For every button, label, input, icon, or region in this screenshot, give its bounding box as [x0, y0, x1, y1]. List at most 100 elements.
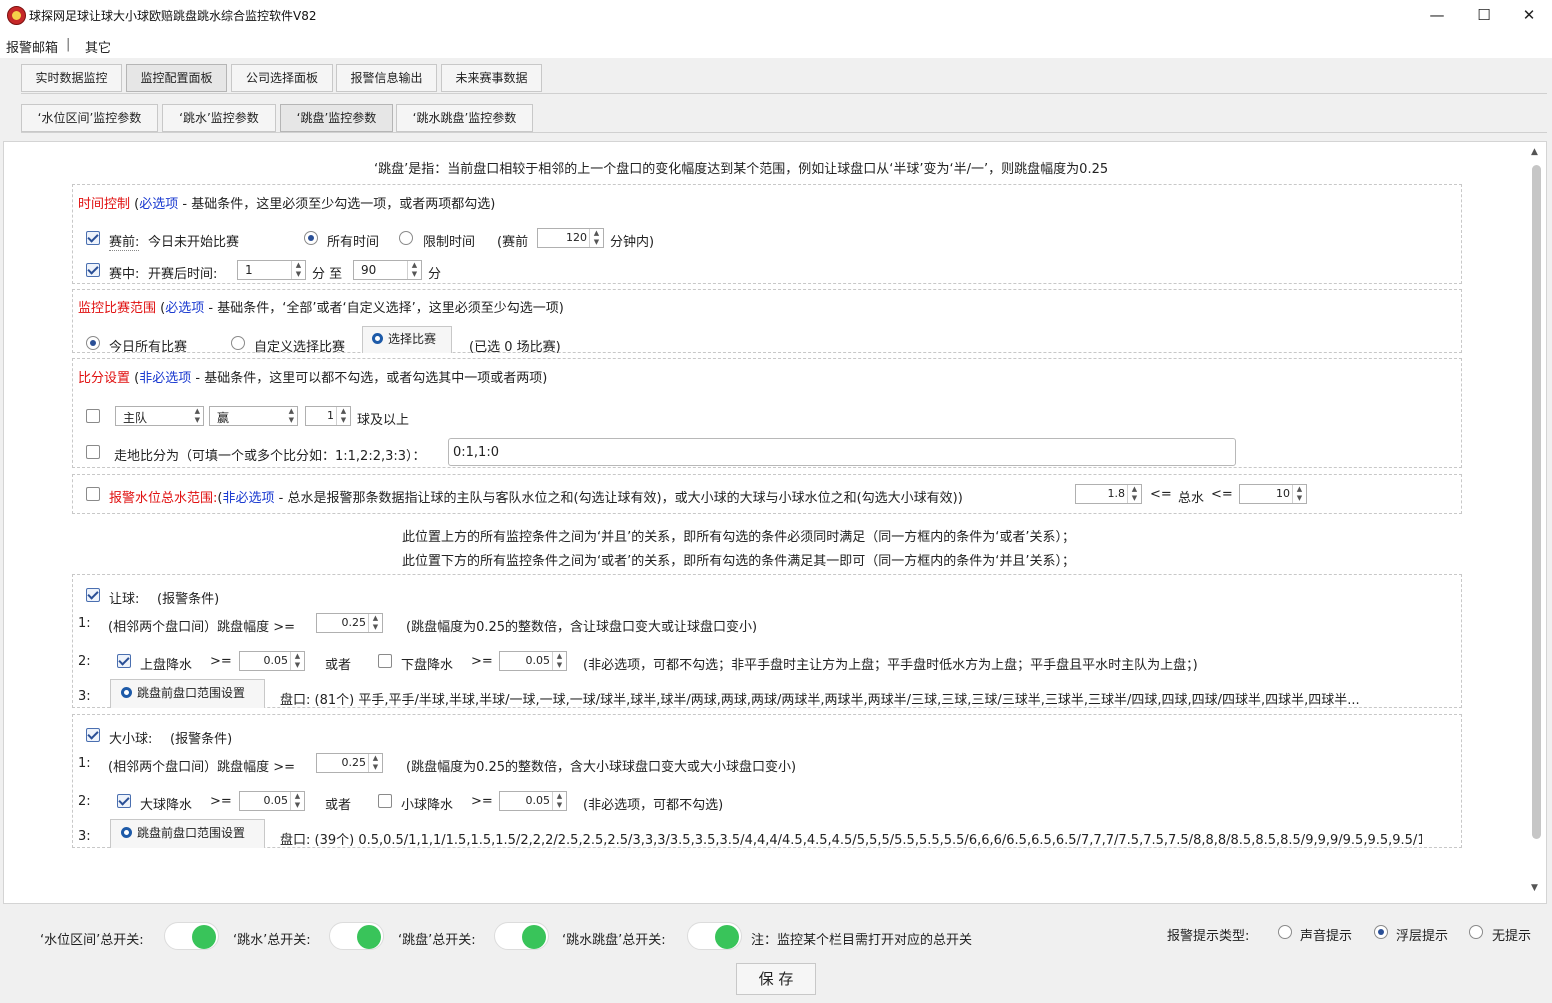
stepper-arrows-icon[interactable]: ▲ ▼	[290, 652, 304, 670]
handicap-jump-stepper[interactable]: 0.25 ▲ ▼	[316, 613, 383, 633]
handicap-lines: 盘口: (81个) 平手,平手/半球,半球,半球/一球,一球,一球/球半,球半,…	[280, 693, 1360, 708]
tab-monitor-config[interactable]: 监控配置面板	[126, 64, 227, 92]
under-drop-checkbox[interactable]	[378, 794, 392, 808]
lower-drop-stepper[interactable]: 0.05 ▲ ▼	[499, 651, 567, 671]
handicap-range-button[interactable]: 跳盘前盘口范围设置	[110, 679, 265, 708]
total-water-min-stepper[interactable]: 1.8 ▲ ▼	[1075, 484, 1142, 504]
prematch-checkbox[interactable]	[86, 231, 100, 245]
menu-bar	[0, 30, 1552, 58]
all-time-label: 所有时间	[327, 235, 380, 250]
handicap-row2-num: 2:	[78, 654, 91, 669]
save-button[interactable]: 保 存	[736, 963, 816, 995]
maximize-icon[interactable]: ☐	[1461, 0, 1507, 30]
goals-suffix: 球及以上	[357, 413, 410, 428]
alert-none-radio[interactable]	[1469, 925, 1483, 939]
vertical-scrollbar[interactable]: ▲ ▼	[1530, 147, 1544, 895]
over-drop-checkbox[interactable]	[117, 794, 131, 808]
total-water-checkbox[interactable]	[86, 487, 100, 501]
tab-future-matches[interactable]: 未来赛事数据	[441, 64, 542, 92]
stepper-arrows-icon[interactable]: ▲ ▼	[368, 614, 382, 632]
stepper-arrows-icon[interactable]: ▲ ▼	[552, 652, 566, 670]
ge-sign: >=	[210, 794, 232, 809]
tabs-divider	[21, 93, 1547, 94]
team-select[interactable]: 主队 ▲ ▼	[115, 406, 204, 426]
custom-matches-radio[interactable]	[231, 336, 245, 350]
scroll-down-icon[interactable]: ▼	[1531, 883, 1538, 893]
time-control-heading: 时间控制 (必选项 - 基础条件，这里必须至少勾选一项，或者两项都勾选)	[78, 197, 496, 212]
overunder-checkbox[interactable]	[86, 728, 100, 742]
handicap-checkbox[interactable]	[86, 588, 100, 602]
overunder-row1-num: 1:	[78, 756, 91, 771]
goals-stepper[interactable]: 1 ▲ ▼	[305, 406, 351, 426]
tab-realtime-monitor[interactable]: 实时数据监控	[21, 64, 122, 92]
stepper-arrows-icon[interactable]: ▲ ▼	[291, 261, 305, 279]
le-sign: <=	[1211, 487, 1233, 502]
stepper-arrows-icon[interactable]: ▲ ▼	[1292, 485, 1306, 503]
switch-water-range-toggle[interactable]	[164, 922, 219, 950]
upper-drop-checkbox[interactable]	[117, 654, 131, 668]
subtabs-divider	[21, 132, 1547, 133]
away-score-input[interactable]: 0:1,1:0	[448, 438, 1236, 466]
away-score-checkbox[interactable]	[86, 445, 100, 459]
scroll-up-icon[interactable]: ▲	[1531, 147, 1538, 157]
match-range-heading: 监控比赛范围 (必选项 - 基础条件，‘全部’或者‘自定义选择’，这里必须至少勾…	[78, 301, 564, 316]
switch-water-drop-toggle[interactable]	[329, 922, 384, 950]
close-icon[interactable]: ✕	[1506, 0, 1552, 30]
overunder-row2-num: 2:	[78, 794, 91, 809]
inplay-desc: 开赛后时间:	[148, 267, 218, 282]
alert-sound-radio[interactable]	[1278, 925, 1292, 939]
stepper-arrows-icon[interactable]: ▲ ▼	[589, 229, 603, 247]
score-condition-checkbox[interactable]	[86, 409, 100, 423]
tab-water-drop-params[interactable]: ‘跳水’监控参数	[162, 104, 276, 132]
stepper-arrows-icon[interactable]: ▲ ▼	[407, 261, 421, 279]
inplay-from-stepper[interactable]: 1 ▲ ▼	[237, 260, 306, 280]
stepper-arrows-icon[interactable]: ▲ ▼	[368, 754, 382, 772]
tab-line-jump-params[interactable]: ‘跳盘’监控参数	[280, 104, 393, 132]
result-select[interactable]: 赢 ▲ ▼	[209, 406, 298, 426]
ge-sign: >=	[210, 654, 232, 669]
app-logo-icon	[7, 6, 26, 25]
overunder-title: 大小球:	[109, 732, 153, 747]
under-drop-stepper[interactable]: 0.05 ▲ ▼	[499, 791, 567, 811]
stepper-arrows-icon[interactable]: ▲ ▼	[552, 792, 566, 810]
overunder-range-button[interactable]: 跳盘前盘口范围设置	[110, 819, 265, 848]
select-matches-button[interactable]: 选择比赛	[362, 326, 452, 353]
menu-alert-email[interactable]: 报警邮箱	[6, 37, 58, 56]
alert-overlay-label: 浮层提示	[1396, 929, 1449, 944]
inplay-checkbox[interactable]	[86, 263, 100, 277]
upper-drop-stepper[interactable]: 0.05 ▲ ▼	[239, 651, 305, 671]
over-drop-stepper[interactable]: 0.05 ▲ ▼	[239, 791, 305, 811]
tab-company-select[interactable]: 公司选择面板	[231, 64, 333, 92]
overunder-row2-note: (非必选项，可都不勾选)	[583, 798, 724, 813]
menu-separator: |	[66, 37, 71, 52]
switch-line-jump-toggle[interactable]	[494, 922, 549, 950]
overunder-jump-stepper[interactable]: 0.25 ▲ ▼	[316, 753, 383, 773]
limit-time-radio[interactable]	[399, 231, 413, 245]
switch-water-line-jump-toggle[interactable]	[687, 922, 742, 950]
alert-overlay-radio[interactable]	[1374, 925, 1388, 939]
lower-drop-checkbox[interactable]	[378, 654, 392, 668]
gear-icon	[121, 687, 132, 698]
tab-water-range-params[interactable]: ‘水位区间’监控参数	[21, 104, 158, 132]
stepper-arrows-icon[interactable]: ▲ ▼	[336, 407, 350, 425]
all-today-label: 今日所有比赛	[109, 340, 188, 355]
switch-line-jump-label: ‘跳盘’总开关:	[398, 933, 476, 948]
ge-sign: >=	[471, 794, 493, 809]
stepper-arrows-icon[interactable]: ▲ ▼	[1127, 485, 1141, 503]
custom-matches-label: 自定义选择比赛	[254, 340, 346, 355]
tab-water-line-jump-params[interactable]: ‘跳水跳盘’监控参数	[396, 104, 533, 132]
handicap-row1-note: (跳盘幅度为0.25的整数倍，含让球盘口变大或让球盘口变小)	[406, 620, 758, 635]
switch-water-drop-label: ‘跳水’总开关:	[233, 933, 311, 948]
minimize-icon[interactable]: —	[1414, 0, 1460, 30]
tab-alert-output[interactable]: 报警信息输出	[336, 64, 437, 92]
total-water-max-stepper[interactable]: 10 ▲ ▼	[1239, 484, 1307, 504]
switch-water-line-jump-label: ‘跳水跳盘’总开关:	[562, 933, 666, 948]
scrollbar-thumb[interactable]	[1532, 165, 1541, 839]
switch-water-range-label: ‘水位区间’总开关:	[40, 933, 144, 948]
all-time-radio[interactable]	[304, 231, 318, 245]
inplay-to-stepper[interactable]: 90 ▲ ▼	[353, 260, 422, 280]
stepper-arrows-icon[interactable]: ▲ ▼	[290, 792, 304, 810]
menu-other[interactable]: 其它	[85, 37, 111, 56]
all-today-radio[interactable]	[86, 336, 100, 350]
before-minutes-stepper[interactable]: 120 ▲ ▼	[537, 228, 604, 248]
